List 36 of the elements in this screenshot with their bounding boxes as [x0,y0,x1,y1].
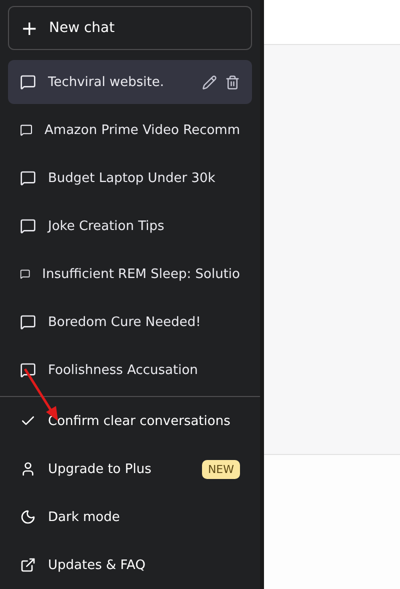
chat-item[interactable]: Techviral website. [8,60,252,104]
chat-bubble-icon [20,218,36,234]
chat-bubble-icon [20,74,36,90]
chat-title: Amazon Prime Video Recomm [44,122,240,138]
chat-title: Joke Creation Tips [48,218,166,234]
menu-label: Upgrade to Plus [48,462,152,476]
chat-title: Budget Laptop Under 30k [48,170,216,186]
chat-title: Foolishness Accusation [48,362,199,378]
user-icon [20,461,36,477]
menu-item[interactable]: Upgrade to Plus NEW [8,445,252,493]
external-link-icon [20,557,36,573]
new-chat-button[interactable]: + New chat [8,6,252,50]
chat-item[interactable]: Joke Creation Tips [8,204,252,248]
plus-icon: + [21,18,37,38]
menu-label: Dark mode [48,510,120,524]
chat-bubble-icon [20,122,33,138]
menu-label: Updates & FAQ [48,558,146,572]
menu-label: Confirm clear conversations [48,414,230,428]
chat-bubble-icon [20,170,36,186]
chat-item[interactable]: Foolishness Accusation [8,348,252,392]
menu-item[interactable]: Updates & FAQ [8,541,252,589]
chat-title: Insufficient REM Sleep: Solutio [42,266,240,282]
new-badge: NEW [202,460,240,478]
moon-icon [20,509,36,525]
chat-item[interactable]: Amazon Prime Video Recomm [8,108,252,152]
delete-icon[interactable] [225,74,240,90]
chat-item[interactable]: Insufficient REM Sleep: Solutio [8,252,252,296]
chat-bubble-icon [20,314,36,330]
chat-bubble-icon [20,362,36,378]
menu-item[interactable]: Confirm clear conversations [8,397,252,445]
chat-item[interactable]: Boredom Cure Needed! [8,300,252,344]
menu-item[interactable]: Dark mode [8,493,252,541]
chat-item[interactable]: Budget Laptop Under 30k [8,156,252,200]
chat-title: Boredom Cure Needed! [48,314,202,330]
chat-title: Techviral website. [48,74,165,90]
edit-icon[interactable] [202,74,217,90]
